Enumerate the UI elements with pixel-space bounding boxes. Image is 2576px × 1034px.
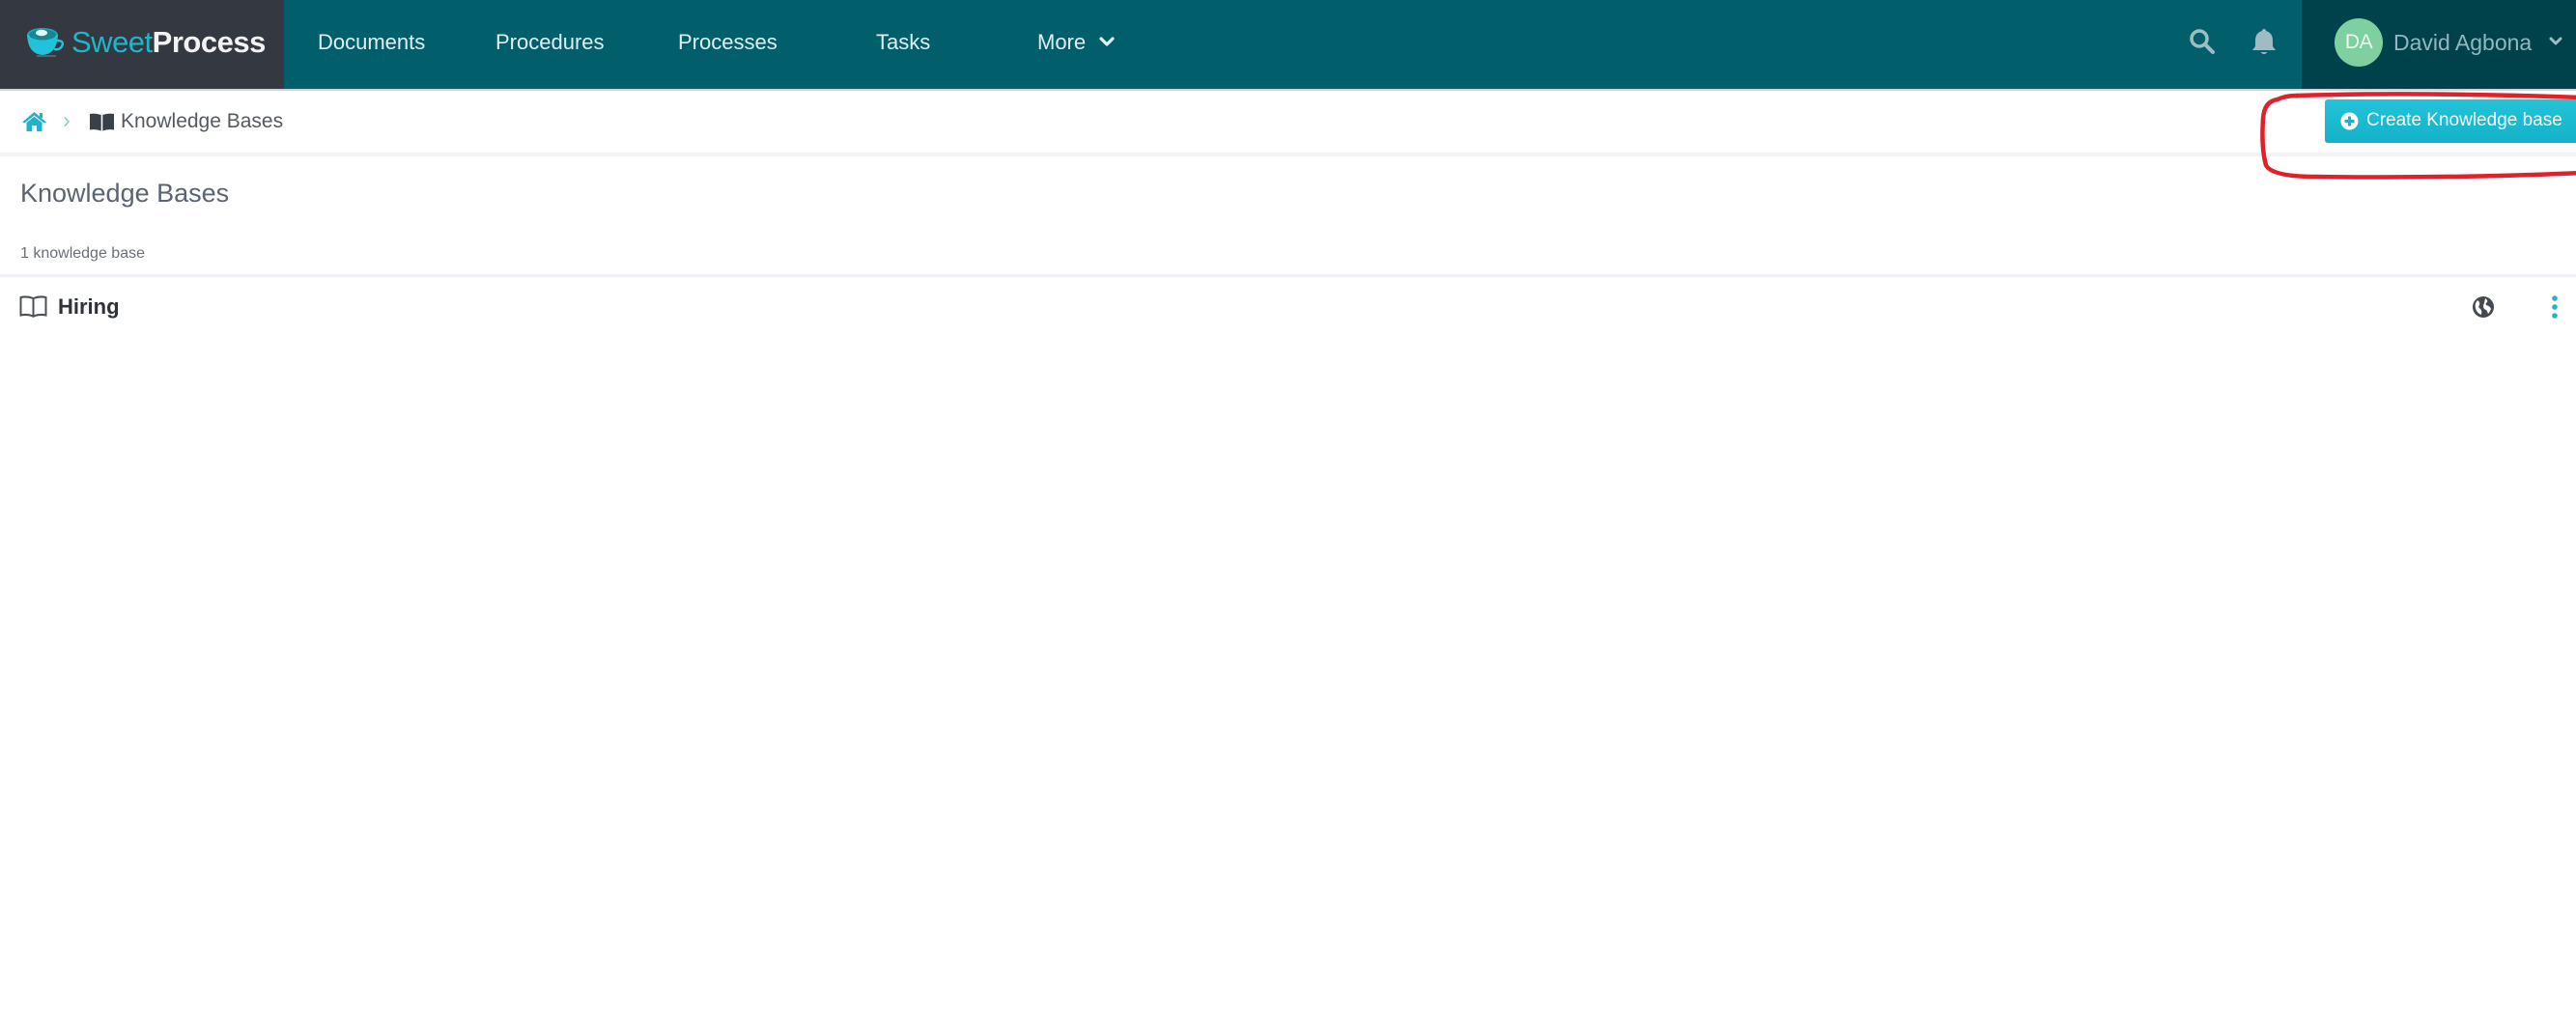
open-book-icon	[19, 295, 47, 318]
user-name: David Agbona	[2393, 30, 2533, 55]
create-knowledge-base-button[interactable]: Create Knowledge base	[2325, 99, 2576, 143]
breadcrumb: Knowledge Bases	[0, 91, 2576, 153]
brand-name: SweetProcess	[71, 24, 266, 61]
breadcrumb-current: Knowledge Bases	[121, 110, 284, 132]
user-menu[interactable]: DA David Agbona	[2302, 0, 2576, 89]
search-icon[interactable]	[2189, 28, 2216, 55]
chevron-down-icon	[2549, 37, 2562, 45]
breadcrumb-separator-icon	[64, 116, 71, 127]
nav-more[interactable]: More	[1037, 29, 1086, 56]
plus-circle-icon	[2340, 112, 2359, 130]
avatar: DA	[2335, 18, 2383, 67]
create-knowledge-base-label: Create Knowledge base	[2366, 110, 2562, 130]
bell-icon[interactable]	[2251, 27, 2277, 56]
brand-name-process: Process	[152, 25, 267, 59]
knowledge-base-name[interactable]: Hiring	[58, 293, 120, 321]
nav-tasks[interactable]: Tasks	[876, 29, 930, 56]
chevron-down-icon[interactable]	[1099, 35, 1115, 48]
coffee-cup-logo-icon	[27, 28, 65, 57]
globe-icon[interactable]	[2472, 295, 2495, 319]
home-icon[interactable]	[21, 111, 47, 132]
nav-documents[interactable]: Documents	[318, 29, 425, 56]
knowledge-base-row[interactable]: Hiring	[0, 277, 2576, 337]
knowledge-base-count: 1 knowledge base	[20, 245, 145, 262]
nav-procedures[interactable]: Procedures	[495, 29, 605, 56]
top-navbar: SweetProcess Documents Procedures Proces…	[0, 0, 2576, 89]
book-icon	[90, 113, 114, 131]
nav-processes[interactable]: Processes	[678, 29, 778, 56]
brand-name-sweet: Sweet	[71, 25, 153, 59]
logo[interactable]: SweetProcess	[0, 0, 284, 89]
more-options-icon[interactable]	[2546, 294, 2563, 320]
breadcrumb-divider	[0, 153, 2576, 156]
page-title: Knowledge Bases	[20, 179, 230, 208]
